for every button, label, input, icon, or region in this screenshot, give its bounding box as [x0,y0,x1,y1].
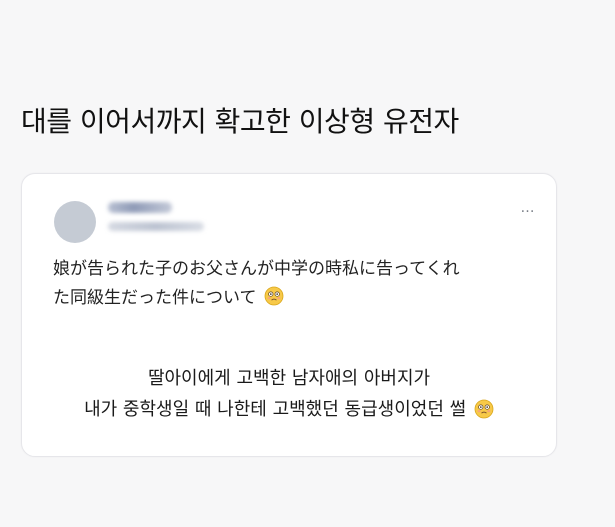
korean-line-1: 딸아이에게 고백한 남자애의 아버지가 [147,368,431,389]
flushed-face-icon-2 [474,399,494,419]
japanese-tweet-text: 娘が告られた子のお父さんが中学の時私に告ってくれ た同級生だった件について [53,255,543,313]
blurred-username [108,222,204,231]
flushed-face-icon [264,286,284,306]
avatar[interactable] [54,201,96,243]
japanese-line-1: 娘が告られた子のお父さんが中学の時私に告ってくれ [53,259,460,279]
blurred-display-name [108,202,172,213]
korean-translation: 딸아이에게 고백한 남자애의 아버지가 내가 중학생일 때 나한테 고백했던 동… [22,363,556,425]
japanese-line-2: た同級生だった件について [53,288,257,308]
korean-line-2: 내가 중학생일 때 나한테 고백했던 동급생이었던 썰 [84,399,467,420]
korean-line-2-wrapper: 내가 중학생일 때 나한테 고백했던 동급생이었던 썰 [22,394,556,425]
post-title: 대를 이어서까지 확고한 이상형 유전자 [21,105,459,138]
embedded-tweet-card[interactable]: … 娘が告られた子のお父さんが中学の時私に告ってくれ た同級生だった件について … [21,173,557,457]
page: 대를 이어서까지 확고한 이상형 유전자 … 娘が告られた子のお父さんが中学の時… [0,0,615,527]
more-options-icon[interactable]: … [518,200,538,216]
